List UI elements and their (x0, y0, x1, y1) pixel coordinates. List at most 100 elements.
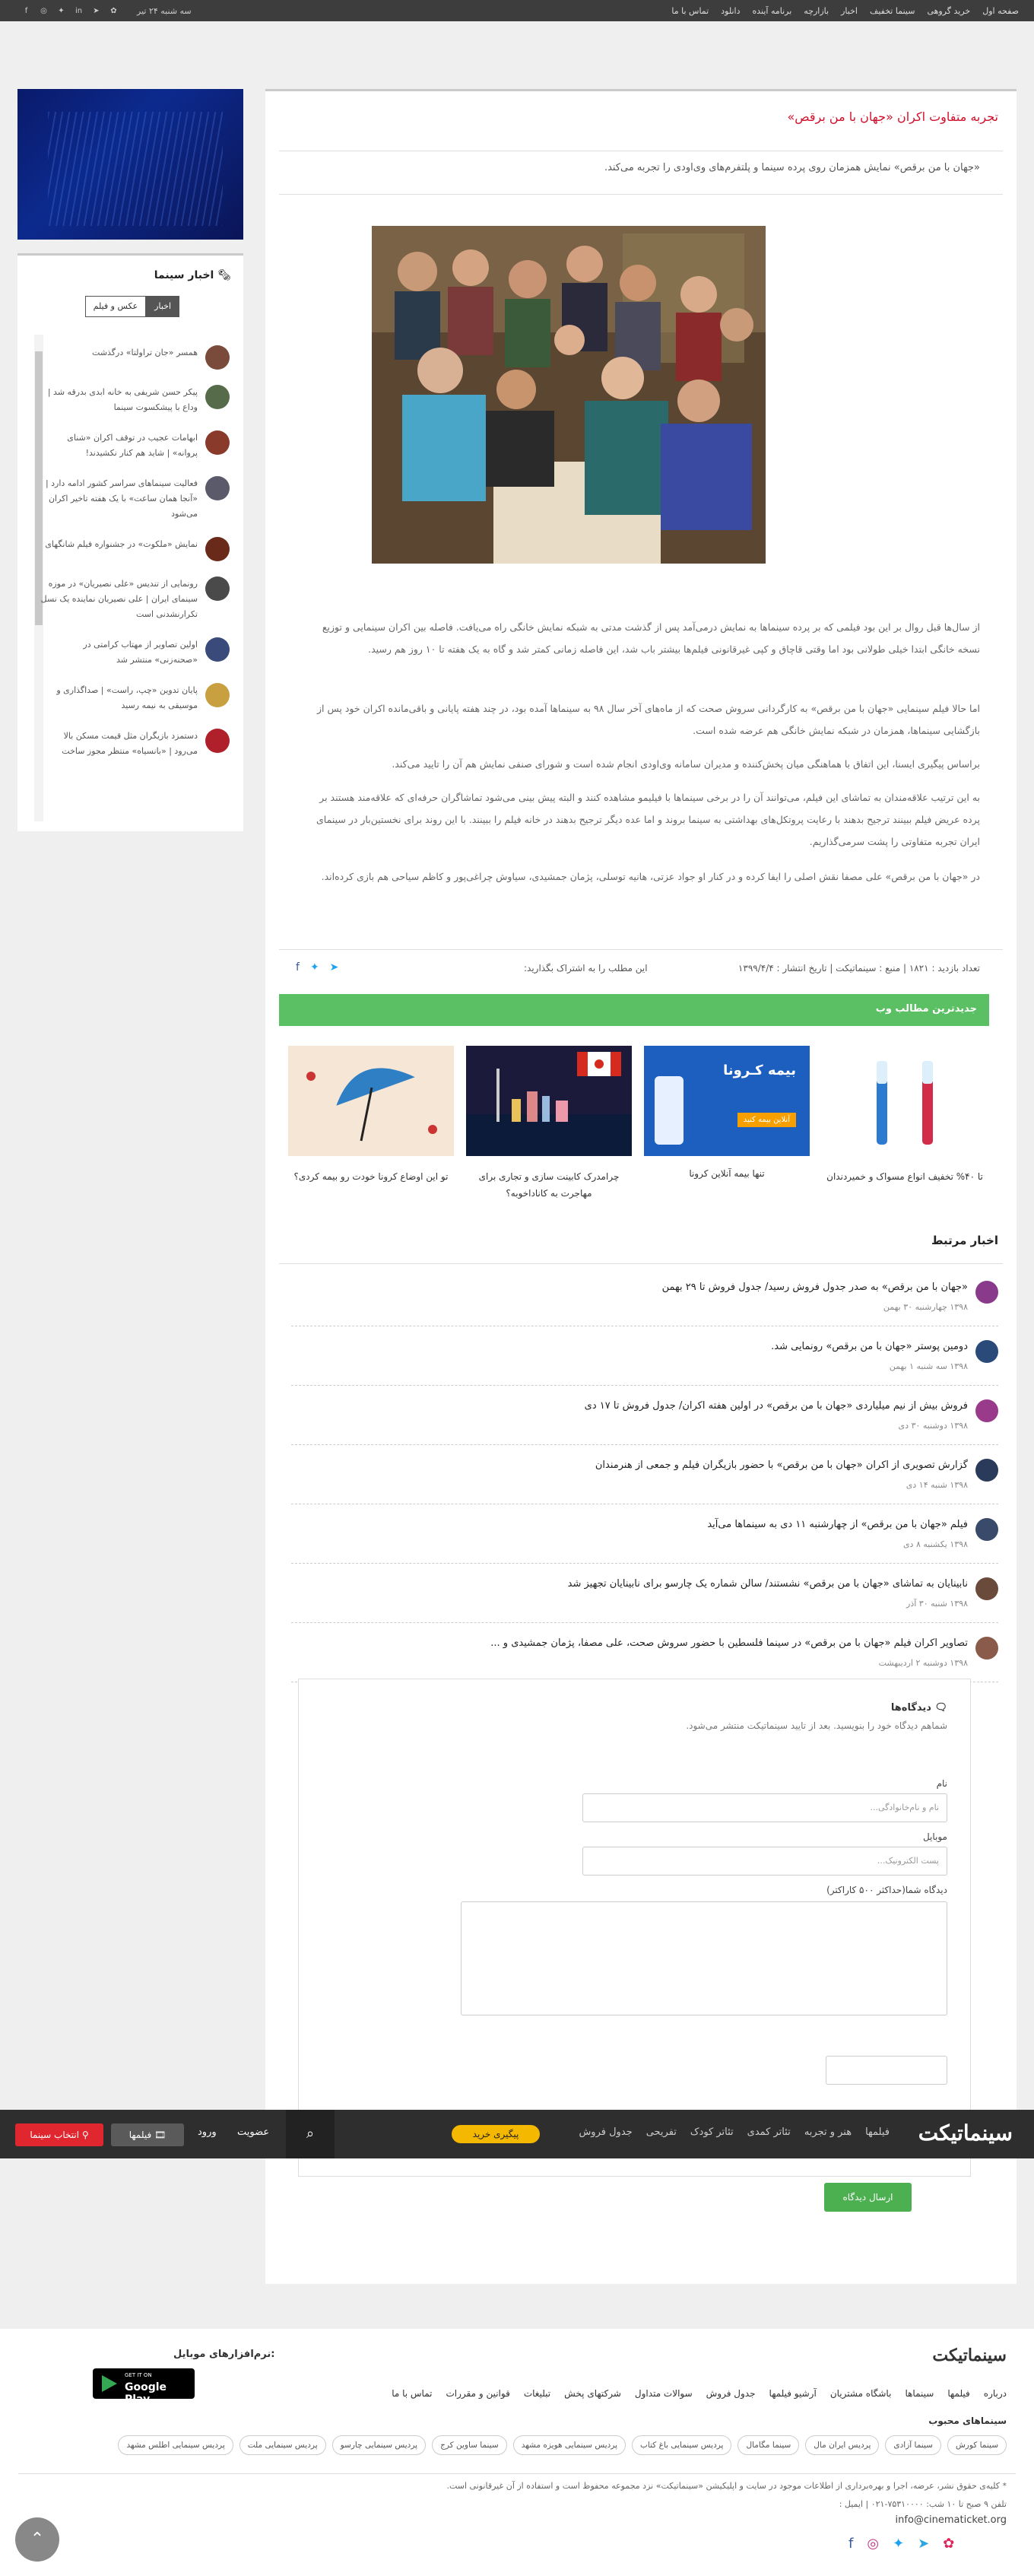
cinema-chip[interactable]: پردیس سینمایی ملت (239, 2435, 326, 2455)
list-item[interactable]: دستمزد بازیگران مثل قیمت مسکن بالا می‌رو… (40, 729, 230, 759)
telegram-icon[interactable]: ➤ (918, 2536, 929, 2552)
top-menu-item[interactable]: دانلود (721, 6, 740, 16)
related-thumbnail (975, 1518, 998, 1541)
tab-photo[interactable]: عکس و فیلم (84, 296, 147, 317)
footer-link[interactable]: درباره (984, 2388, 1007, 2399)
article-paragraph: به این ترتیب علاقه‌مندان به تماشای این ف… (316, 792, 980, 847)
aparat-icon[interactable]: ✿ (109, 6, 119, 16)
nav-item[interactable]: تفریحی (646, 2127, 677, 2138)
cinema-chip[interactable]: پردیس سینمایی هویزه مشهد (512, 2435, 626, 2455)
list-item[interactable]: نمایش «ملکوت» در جشنواره فیلم شانگهای (40, 537, 230, 561)
list-item[interactable]: فعالیت سینماهای سراسر کشور ادامه دارد | … (40, 476, 230, 522)
facebook-icon[interactable]: f (296, 961, 300, 974)
cinema-chip[interactable]: پردیس ایران مال (805, 2435, 880, 2455)
google-play-button[interactable]: GET IT ON Google Play (93, 2368, 195, 2406)
cinema-chip[interactable]: سینما کورش (947, 2435, 1007, 2455)
search-icon: ⌕ (306, 2126, 315, 2142)
films-button[interactable]: فیلمها 🎞 (111, 2123, 184, 2146)
table-row[interactable]: فیلم «جهان با من برقص» از چهارشنبه ۱۱ دی… (291, 1504, 998, 1564)
news-icon: 🗞 (217, 269, 231, 281)
facebook-icon[interactable]: f (21, 6, 31, 16)
nav-item[interactable]: فیلمها (865, 2127, 890, 2138)
footer-link[interactable]: سینماها (905, 2388, 934, 2399)
footer-link[interactable]: باشگاه مشتریان (830, 2388, 892, 2399)
footer-link[interactable]: جدول فروش (706, 2388, 756, 2399)
facebook-icon[interactable]: f (848, 2536, 853, 2552)
chevron-up-icon: ⌃ (30, 2530, 45, 2549)
table-row[interactable]: تصاویر اکران فیلم «جهان با من برقص» در س… (291, 1623, 998, 1682)
scroll-to-top-button[interactable]: ⌃ (15, 2517, 59, 2562)
table-row[interactable]: نابینایان به تماشای «جهان با من برقص» نش… (291, 1564, 998, 1623)
signup-link[interactable]: عضویت (237, 2127, 269, 2138)
list-item[interactable]: اولین تصاویر از مهتاب کرامتی در «صحنه‌زن… (40, 637, 230, 668)
email-field[interactable]: پست الکترونیک... (582, 1847, 947, 1876)
table-row[interactable]: دومین پوستر «جهان با من برقص» رونمایی شد… (291, 1326, 998, 1386)
cinema-chip[interactable]: پردیس سینمایی باغ کتاب (632, 2435, 732, 2455)
site-logo[interactable]: سینماتیکت (918, 2120, 1013, 2146)
location-pin-icon: ⚲ (81, 2130, 89, 2140)
top-menu-item[interactable]: برنامه آینده (752, 6, 791, 16)
search-button[interactable]: ⌕ (286, 2110, 335, 2158)
comment-icon: 🗨 (934, 1702, 947, 1714)
twitter-icon[interactable]: ✦ (893, 2536, 904, 2552)
list-item[interactable]: رونمایی از تندیس «علی نصیریان» در موزه س… (40, 577, 230, 622)
table-row[interactable]: «جهان با من برقص» به صدر جدول فروش رسید/… (291, 1267, 998, 1326)
nav-item[interactable]: جدول فروش (579, 2127, 632, 2138)
footer-link[interactable]: آرشیو فیلمها (769, 2388, 817, 2399)
instagram-icon[interactable]: ◎ (39, 6, 49, 16)
submit-comment-button[interactable]: ارسال دیدگاه (824, 2183, 912, 2212)
telegram-icon[interactable]: ➤ (91, 6, 101, 16)
captcha-field[interactable] (826, 2056, 947, 2085)
latest-card[interactable]: تا ۴۰% تخفیف انواع مسواک و خمیردندان (822, 1046, 988, 1185)
share-label: این مطلب را به اشتراک بگذارید: (524, 963, 648, 974)
comments-subtitle: شماهم دیدگاه خود را بنویسید. بعد از تایی… (686, 1720, 947, 1731)
twitter-icon[interactable]: ✦ (56, 6, 66, 16)
footer-link[interactable]: قوانین و مقررات (446, 2388, 509, 2399)
top-menu-item[interactable]: بازارچه (804, 6, 829, 16)
latest-card[interactable]: تو این اوضاع کرونا خودت رو بیمه کردی؟ (288, 1046, 454, 1185)
top-menu-item[interactable]: اخبار (841, 6, 858, 16)
top-menu-item[interactable]: تماس با ما (671, 6, 709, 16)
latest-card[interactable]: چرامدرک کابینت سازی و تجاری برای مهاجرت … (466, 1046, 632, 1202)
footer-link[interactable]: سوالات متداول (635, 2388, 693, 2399)
sidebar-ad-banner[interactable] (17, 89, 243, 240)
email-link[interactable]: info@cinematicket.org (896, 2514, 1007, 2526)
top-menu-item[interactable]: خرید گروهی (927, 6, 970, 16)
telegram-icon[interactable]: ➤ (330, 961, 339, 974)
aparat-icon[interactable]: ✿ (943, 2536, 954, 2552)
track-purchase-button[interactable]: پیگیری خرید (452, 2125, 540, 2143)
login-link[interactable]: ورود (198, 2127, 217, 2138)
cinema-chip[interactable]: سینما مگامال (737, 2435, 800, 2455)
latest-card[interactable]: بیمه کـرونا آنلاین بیمه کنید تنها بیمه آ… (644, 1046, 810, 1182)
footer-link[interactable]: فیلمها (947, 2388, 969, 2399)
footer-link[interactable]: تماس با ما (392, 2388, 432, 2399)
twitter-icon[interactable]: ✦ (310, 961, 319, 974)
top-menu-item[interactable]: صفحه اول (982, 6, 1019, 16)
cinema-chip[interactable]: سینما ساوین کرج (432, 2435, 507, 2455)
name-field[interactable]: نام و نام‌خانوادگی... (582, 1793, 947, 1822)
cinema-chip[interactable]: پردیس سینمایی چارسو (331, 2435, 427, 2455)
list-item[interactable]: پیکر حسن شریفی به خانه ابدی بدرقه شد | و… (40, 385, 230, 415)
related-thumbnail (975, 1281, 998, 1304)
nav-item[interactable]: تئاتر کودک (690, 2127, 734, 2138)
footer-logo[interactable]: سینماتیکت (932, 2346, 1007, 2365)
table-row[interactable]: فروش بیش از نیم میلیاردی «جهان با من برق… (291, 1386, 998, 1445)
footer-link[interactable]: شرکتهای پخش (564, 2388, 621, 2399)
nav-item[interactable]: هنر و تجربه (804, 2127, 852, 2138)
linkedin-icon[interactable]: in (74, 6, 84, 16)
comment-textarea[interactable] (461, 1901, 947, 2015)
list-item[interactable]: پایان تدوین «چپ، راست» | صداگذاری و موسی… (40, 683, 230, 713)
cinema-chip[interactable]: پردیس سینمایی اطلس مشهد (118, 2435, 233, 2455)
table-row[interactable]: گزارش تصویری از اکران «جهان با من برقص» … (291, 1445, 998, 1504)
tab-news[interactable]: اخبار (146, 296, 179, 317)
list-item[interactable]: ابهامات عجیب در توقف اکران «شنای پروانه»… (40, 430, 230, 461)
choose-cinema-button[interactable]: انتخاب سینما ⚲ (15, 2123, 103, 2146)
list-item[interactable]: همسر «جان تراولتا» درگذشت (40, 345, 230, 370)
sanitizer-bottle-icon (655, 1076, 684, 1145)
instagram-icon[interactable]: ◎ (867, 2536, 879, 2552)
cinema-chip[interactable]: سینما آزادی (885, 2435, 941, 2455)
news-thumbnail (205, 729, 230, 753)
top-menu-item[interactable]: سینما تخفیف (870, 6, 915, 16)
footer-link[interactable]: تبلیغات (524, 2388, 550, 2399)
nav-item[interactable]: تئاتر کمدی (747, 2127, 791, 2138)
